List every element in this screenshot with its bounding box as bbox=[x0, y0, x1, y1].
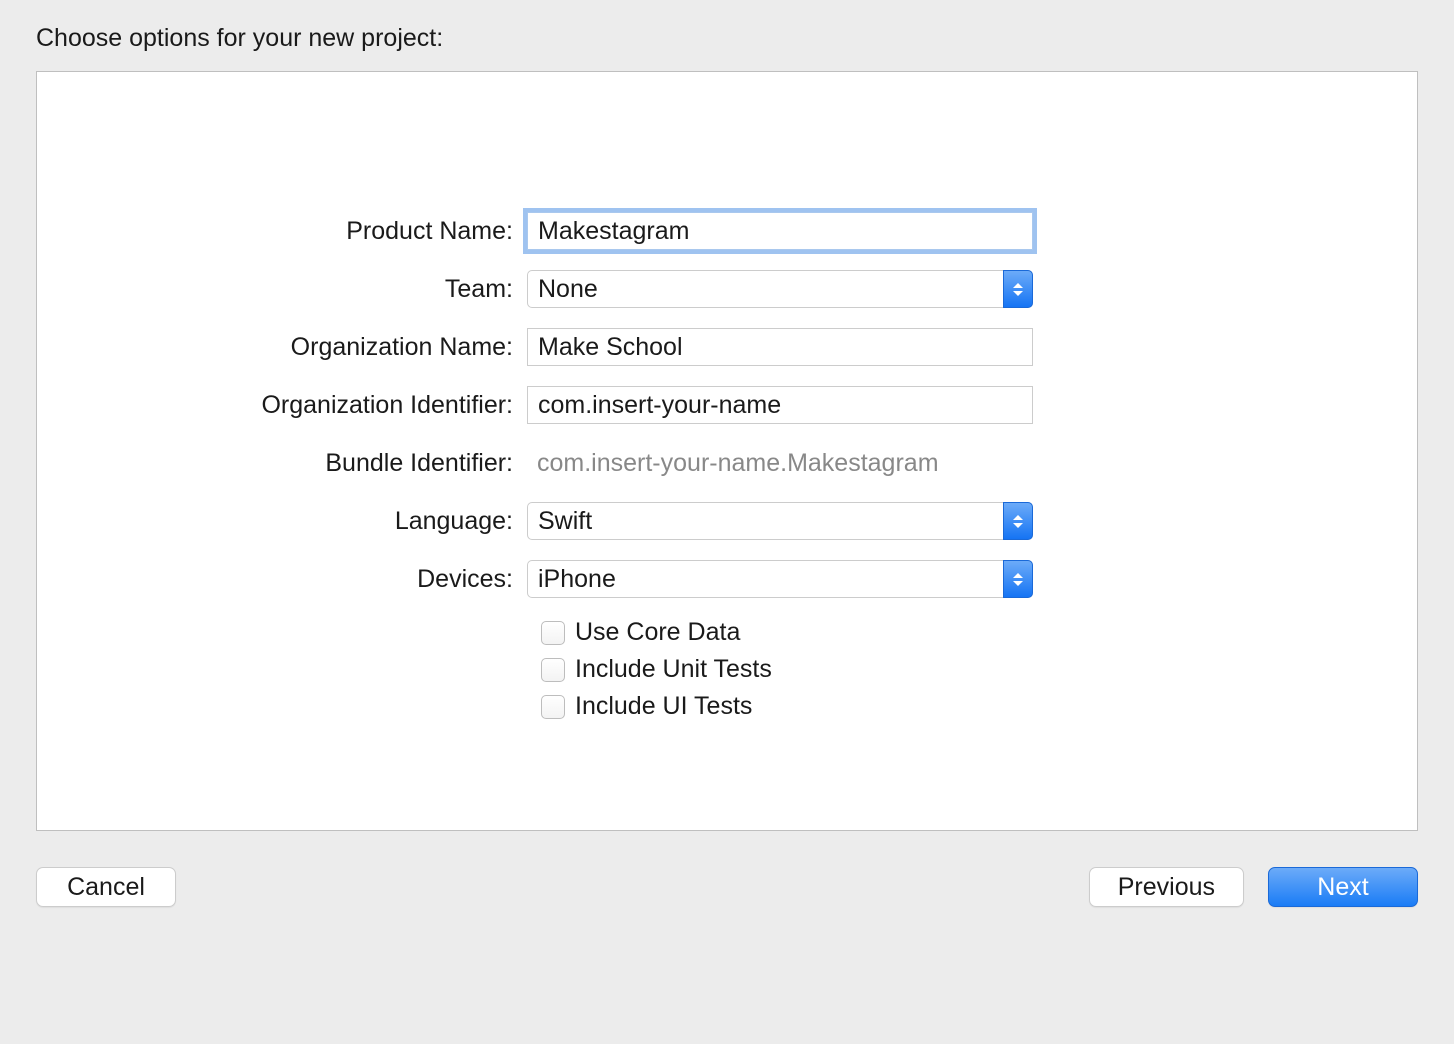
devices-label: Devices: bbox=[37, 565, 527, 594]
chevron-up-icon bbox=[1013, 515, 1023, 520]
chevron-down-icon bbox=[1013, 291, 1023, 296]
language-select-value: Swift bbox=[527, 502, 1033, 540]
options-panel: Product Name: Team: None Organization Na… bbox=[36, 71, 1418, 831]
include-ui-tests-checkbox[interactable] bbox=[541, 695, 565, 719]
team-select-value: None bbox=[527, 270, 1033, 308]
organization-name-row: Organization Name: bbox=[37, 328, 1417, 366]
use-core-data-checkbox[interactable] bbox=[541, 621, 565, 645]
language-label: Language: bbox=[37, 507, 527, 536]
include-ui-tests-row: Include UI Tests bbox=[541, 692, 1417, 721]
chevron-down-icon bbox=[1013, 581, 1023, 586]
bundle-identifier-value: com.insert-your-name.Makestagram bbox=[527, 444, 1033, 482]
product-name-input[interactable] bbox=[527, 212, 1033, 250]
use-core-data-row: Use Core Data bbox=[541, 618, 1417, 647]
chevron-down-icon bbox=[1013, 523, 1023, 528]
cancel-button[interactable]: Cancel bbox=[36, 867, 176, 907]
use-core-data-label: Use Core Data bbox=[575, 618, 740, 647]
bundle-identifier-label: Bundle Identifier: bbox=[37, 449, 527, 478]
team-select[interactable]: None bbox=[527, 270, 1033, 308]
dialog-title: Choose options for your new project: bbox=[36, 0, 1418, 71]
organization-identifier-label: Organization Identifier: bbox=[37, 391, 527, 420]
include-unit-tests-checkbox[interactable] bbox=[541, 658, 565, 682]
organization-identifier-input[interactable] bbox=[527, 386, 1033, 424]
devices-row: Devices: iPhone bbox=[37, 560, 1417, 598]
button-bar: Cancel Previous Next bbox=[36, 831, 1418, 907]
bundle-identifier-row: Bundle Identifier: com.insert-your-name.… bbox=[37, 444, 1417, 482]
product-name-label: Product Name: bbox=[37, 217, 527, 246]
devices-select-value: iPhone bbox=[527, 560, 1033, 598]
next-button[interactable]: Next bbox=[1268, 867, 1418, 907]
language-select[interactable]: Swift bbox=[527, 502, 1033, 540]
language-row: Language: Swift bbox=[37, 502, 1417, 540]
chevron-up-icon bbox=[1013, 283, 1023, 288]
include-ui-tests-label: Include UI Tests bbox=[575, 692, 752, 721]
organization-identifier-row: Organization Identifier: bbox=[37, 386, 1417, 424]
chevron-up-icon bbox=[1013, 573, 1023, 578]
stepper-icon bbox=[1003, 270, 1033, 308]
include-unit-tests-label: Include Unit Tests bbox=[575, 655, 772, 684]
devices-select[interactable]: iPhone bbox=[527, 560, 1033, 598]
right-button-group: Previous Next bbox=[1089, 867, 1418, 907]
checkbox-block: Use Core Data Include Unit Tests Include… bbox=[37, 618, 1417, 721]
team-row: Team: None bbox=[37, 270, 1417, 308]
stepper-icon bbox=[1003, 560, 1033, 598]
team-label: Team: bbox=[37, 275, 527, 304]
include-unit-tests-row: Include Unit Tests bbox=[541, 655, 1417, 684]
organization-name-input[interactable] bbox=[527, 328, 1033, 366]
new-project-options-dialog: Choose options for your new project: Pro… bbox=[0, 0, 1454, 907]
previous-button[interactable]: Previous bbox=[1089, 867, 1244, 907]
organization-name-label: Organization Name: bbox=[37, 333, 527, 362]
stepper-icon bbox=[1003, 502, 1033, 540]
product-name-row: Product Name: bbox=[37, 212, 1417, 250]
